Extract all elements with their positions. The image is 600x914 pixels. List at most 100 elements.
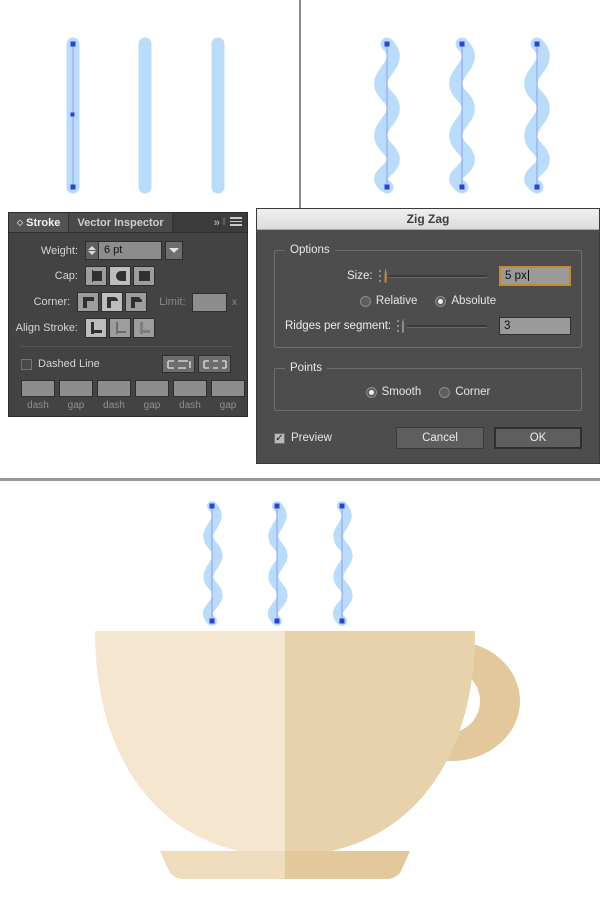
- round-cap-button[interactable]: [109, 266, 131, 286]
- align-center-button[interactable]: [85, 318, 107, 338]
- dash-cell: gap: [211, 380, 245, 411]
- weight-dropdown-button[interactable]: [165, 241, 183, 260]
- align-stroke-label: Align Stroke:: [15, 322, 78, 334]
- stepper-down-icon[interactable]: [88, 251, 96, 255]
- text-caret: [527, 270, 529, 281]
- expand-chevrons-icon[interactable]: »: [214, 217, 220, 229]
- dash-caption-6: gap: [219, 400, 237, 411]
- zigzag-dialog: Zig Zag Options Size: 5 px Relative Abso…: [256, 208, 600, 464]
- ridges-input[interactable]: 3: [499, 317, 571, 335]
- butt-cap-button[interactable]: [85, 266, 107, 286]
- weight-stepper[interactable]: [85, 241, 98, 260]
- radio-relative-label: Relative: [375, 295, 418, 307]
- round-join-button[interactable]: [101, 292, 124, 312]
- size-slider-knob[interactable]: [384, 268, 398, 283]
- anchor-point[interactable]: [459, 41, 465, 47]
- steam-wave-3[interactable]: [333, 501, 353, 626]
- points-group: Points Smooth Corner: [274, 362, 582, 411]
- limit-input[interactable]: [191, 292, 227, 312]
- straight-strokes-group: [66, 37, 225, 194]
- radio-corner[interactable]: Corner: [439, 386, 490, 398]
- panel-menu-icon[interactable]: [230, 217, 242, 228]
- anchor-point[interactable]: [339, 503, 345, 509]
- cup-saucer[interactable]: [160, 846, 425, 886]
- steam-wave-1[interactable]: [203, 501, 223, 626]
- radio-absolute[interactable]: Absolute: [435, 295, 496, 307]
- preview-checkbox[interactable]: ✓: [274, 432, 285, 444]
- tab-vector-inspector[interactable]: Vector Inspector: [69, 213, 173, 232]
- dash-input-2[interactable]: [59, 380, 93, 397]
- dash-pattern-fields: dash gap dash gap dash gap: [13, 373, 245, 411]
- panel-tab-bar: ◇ Stroke Vector Inspector » ‖: [9, 213, 247, 233]
- cap-row: Cap:: [13, 266, 237, 286]
- ridges-slider-knob[interactable]: [402, 318, 415, 333]
- wave-stroke-3[interactable]: [524, 37, 550, 194]
- wave-strokes-group: [374, 37, 550, 194]
- stroke-panel-body: Weight: 6 pt Cap: Corner: Limit: x Align…: [9, 233, 247, 411]
- limit-label: Limit:: [159, 296, 186, 308]
- projecting-cap-button[interactable]: [133, 266, 155, 286]
- radio-dot-selected: [365, 386, 377, 398]
- saucer-shadow: [285, 851, 410, 879]
- anchor-point[interactable]: [534, 184, 540, 190]
- dialog-title: Zig Zag: [257, 209, 599, 230]
- anchor-point[interactable]: [209, 618, 215, 624]
- dash-input-6[interactable]: [211, 380, 245, 397]
- anchor-point[interactable]: [70, 184, 76, 190]
- anchor-point[interactable]: [459, 184, 465, 190]
- size-slider[interactable]: [378, 268, 491, 283]
- cup-artwork-area: [0, 481, 600, 914]
- weight-input[interactable]: 6 pt: [98, 241, 162, 260]
- anchor-point[interactable]: [70, 41, 76, 47]
- wave-stroke-1[interactable]: [374, 37, 400, 194]
- radio-relative[interactable]: Relative: [359, 295, 418, 307]
- dash-input-5[interactable]: [173, 380, 207, 397]
- weight-label: Weight:: [40, 244, 78, 257]
- cancel-button[interactable]: Cancel: [396, 427, 484, 449]
- anchor-point[interactable]: [384, 184, 390, 190]
- chevron-down-icon: [169, 248, 179, 253]
- slider-track[interactable]: [388, 274, 487, 278]
- tab-vector-inspector-label: Vector Inspector: [77, 216, 164, 229]
- radio-dot: [359, 295, 371, 307]
- dash-input-4[interactable]: [135, 380, 169, 397]
- tab-stroke[interactable]: ◇ Stroke: [9, 213, 70, 232]
- bevel-join-button[interactable]: [125, 292, 148, 312]
- ok-button[interactable]: OK: [494, 427, 582, 449]
- dashed-line-checkbox[interactable]: [21, 358, 32, 370]
- anchor-point[interactable]: [274, 618, 280, 624]
- anchor-point[interactable]: [534, 41, 540, 47]
- radio-smooth[interactable]: Smooth: [365, 386, 421, 398]
- corner-button-group: [77, 292, 149, 312]
- slider-ticks-icon: [397, 320, 401, 332]
- anchor-point[interactable]: [339, 618, 345, 624]
- anchor-point[interactable]: [70, 112, 75, 117]
- align-stroke-button-group: [85, 318, 157, 338]
- anchor-point[interactable]: [384, 41, 390, 47]
- anchor-point[interactable]: [274, 503, 280, 509]
- stepper-up-icon[interactable]: [88, 246, 96, 250]
- radio-absolute-label: Absolute: [451, 295, 497, 307]
- miter-join-button[interactable]: [77, 292, 100, 312]
- ridges-label: Ridges per segment:: [285, 320, 392, 332]
- adjust-dash-to-corners-button[interactable]: [198, 355, 231, 373]
- wave-stroke-2[interactable]: [449, 37, 475, 194]
- corner-label: Corner:: [33, 296, 71, 308]
- anchor-point[interactable]: [209, 503, 215, 509]
- size-input[interactable]: 5 px: [499, 266, 571, 286]
- align-inside-button[interactable]: [109, 318, 131, 338]
- dash-caption-5: dash: [179, 400, 201, 411]
- points-group-legend: Points: [290, 362, 322, 374]
- dash-cell: dash: [173, 380, 207, 411]
- size-row: Size: 5 px: [285, 266, 571, 286]
- steam-wave-2[interactable]: [268, 501, 288, 626]
- preserve-exact-dash-button[interactable]: [162, 355, 195, 373]
- dash-input-1[interactable]: [21, 380, 55, 397]
- coffee-cup-illustration: [95, 501, 520, 886]
- ridges-slider[interactable]: [397, 318, 491, 333]
- slider-track[interactable]: [407, 324, 487, 328]
- dash-input-3[interactable]: [97, 380, 131, 397]
- cup-body[interactable]: [95, 626, 505, 866]
- panel-separator: [21, 346, 231, 347]
- align-outside-button[interactable]: [133, 318, 155, 338]
